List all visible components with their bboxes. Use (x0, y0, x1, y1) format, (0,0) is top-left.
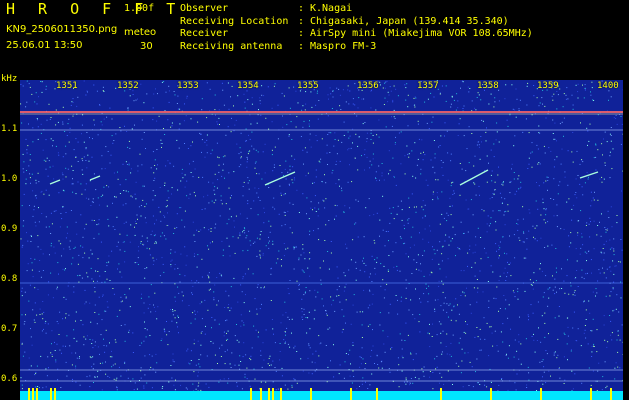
baseline-spike (350, 388, 352, 400)
x-tick-label: 1356 (357, 81, 379, 91)
x-tick-label: 1355 (297, 81, 319, 91)
meteor-echo (89, 175, 101, 181)
y-tick-label: 0.9 (1, 224, 18, 234)
baseline-spike (54, 388, 56, 400)
y-tick-label: 0.7 (1, 324, 18, 334)
baseline-spike (590, 388, 592, 400)
baseline-spike (272, 388, 274, 400)
baseline-spike (540, 388, 542, 400)
baseline-spike (268, 388, 270, 400)
app-title: H R O F F T (6, 0, 183, 18)
mode-label: meteo (124, 27, 157, 38)
baseline-band (20, 391, 623, 400)
info-row-antenna: Receiving antenna: Maspro FM-3 (180, 40, 377, 52)
baseline-spike (36, 388, 38, 400)
baseline-spike (32, 388, 34, 400)
baseline-spike (28, 388, 30, 400)
info-row-location: Receiving Location: Chigasaki, Japan (139… (180, 15, 509, 27)
y-tick-label: 0.8 (1, 274, 18, 284)
x-tick-label: 1351 (56, 81, 78, 91)
info-row-observer: Observer: K.Nagai (180, 3, 353, 14)
version-label: 1.00f (124, 3, 155, 14)
x-tick-label: 1352 (117, 81, 139, 91)
baseline-spike (280, 388, 282, 400)
station-info: Observer: K.Nagai Receiving Location: Chig… (180, 3, 533, 53)
spectrogram-plot (20, 80, 623, 400)
x-tick-label: 1400 (597, 81, 619, 91)
baseline-spike (610, 388, 612, 400)
y-tick-label: 0.6 (1, 374, 18, 384)
x-tick-label: 1359 (537, 81, 559, 91)
baseline-spike (260, 388, 262, 400)
baseline-spike (440, 388, 442, 400)
spectrogram-canvas (20, 80, 623, 400)
x-tick-label: 1354 (237, 81, 259, 91)
x-tick-label: 1353 (177, 81, 199, 91)
baseline-spike (490, 388, 492, 400)
meteor-echo (49, 179, 61, 185)
baseline-spike (376, 388, 378, 400)
x-tick-label: 1357 (417, 81, 439, 91)
y-tick-label: 1.1 (1, 124, 18, 134)
baseline-spike (310, 388, 312, 400)
count-label: 30 (140, 41, 153, 52)
meteor-echo (264, 171, 296, 186)
header-panel: H R O F F T 1.00f KN9_2506011350.png 25.… (0, 0, 629, 78)
filename-label: KN9_2506011350.png (6, 24, 118, 35)
info-row-receiver: Receiver: AirSpy mini (Miakejima VOR 108.… (180, 28, 533, 39)
x-tick-label: 1358 (477, 81, 499, 91)
baseline-spike (250, 388, 252, 400)
y-axis-unit: kHz (1, 74, 18, 84)
y-tick-label: 1.0 (1, 174, 18, 184)
baseline-spike (50, 388, 52, 400)
timestamp-label: 25.06.01 13:50 (6, 40, 83, 51)
